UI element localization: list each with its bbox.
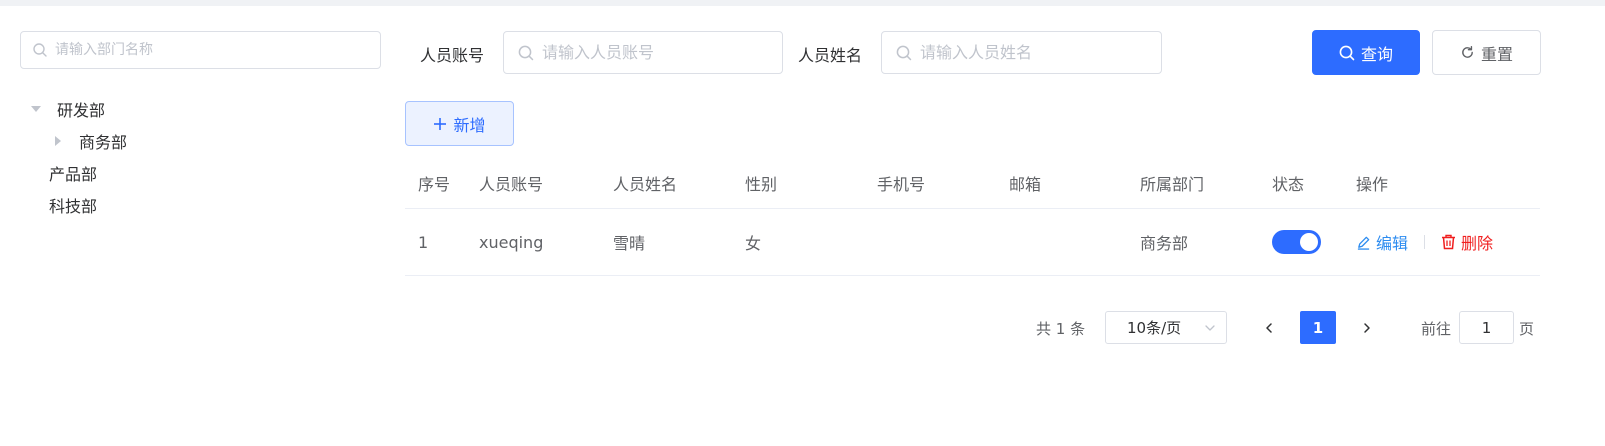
- goto-suffix: 页: [1519, 320, 1535, 338]
- trash-icon: [1441, 234, 1456, 250]
- tree-node-product[interactable]: 产品部: [20, 157, 381, 189]
- chevron-left-icon: [1263, 322, 1275, 334]
- search-button-label: 查询: [1360, 44, 1393, 64]
- chevron-right-icon: [1361, 322, 1373, 334]
- goto-field[interactable]: [1459, 311, 1514, 344]
- search-icon: [1339, 45, 1355, 61]
- tree-node-tech[interactable]: 科技部: [20, 189, 381, 221]
- delete-link[interactable]: 删除: [1441, 230, 1493, 254]
- header-index: 序号: [418, 175, 451, 194]
- department-tree: 研发部 商务部 产品部 科技部: [20, 93, 381, 221]
- action-divider: [1424, 235, 1426, 249]
- account-label: 人员账号: [420, 46, 485, 65]
- tree-node-label: 产品部: [49, 165, 98, 184]
- cell-account: xueqing: [479, 232, 544, 252]
- header-account: 人员账号: [479, 175, 544, 194]
- cell-actions: 编辑 删除: [1356, 230, 1540, 254]
- cell-name: 雪晴: [613, 234, 646, 253]
- refresh-icon: [1460, 45, 1475, 60]
- name-label: 人员姓名: [798, 46, 863, 65]
- page-number-current[interactable]: 1: [1300, 311, 1336, 344]
- top-strip: [0, 0, 1605, 6]
- toggle-knob: [1300, 233, 1318, 251]
- header-email: 邮箱: [1009, 175, 1042, 194]
- cell-index: 1: [418, 232, 429, 252]
- prev-page-button[interactable]: [1251, 311, 1287, 344]
- edit-icon: [1356, 235, 1371, 250]
- page-size-value: 10条/页: [1127, 319, 1182, 337]
- tree-node-label: 商务部: [79, 133, 128, 152]
- reset-button[interactable]: 重置: [1432, 30, 1541, 75]
- account-input[interactable]: [542, 32, 782, 73]
- name-input[interactable]: [920, 32, 1161, 73]
- header-phone: 手机号: [877, 175, 926, 194]
- header-gender: 性别: [745, 175, 778, 194]
- status-toggle[interactable]: [1272, 230, 1321, 254]
- next-page-button[interactable]: [1349, 311, 1385, 344]
- table-header: 序号 人员账号 人员姓名 性别 手机号 邮箱 所属部门 状态 操作: [405, 158, 1540, 209]
- tree-node-label: 科技部: [49, 197, 98, 216]
- plus-icon: [433, 117, 447, 131]
- header-status: 状态: [1272, 175, 1305, 194]
- users-table: 序号 人员账号 人员姓名 性别 手机号 邮箱 所属部门 状态 操作 1 xueq…: [405, 158, 1540, 276]
- name-field[interactable]: [881, 31, 1162, 74]
- chevron-down-icon: [1204, 322, 1216, 334]
- cell-gender: 女: [745, 234, 762, 253]
- search-icon: [518, 45, 534, 61]
- tree-node-label: 研发部: [57, 101, 106, 120]
- edit-label: 编辑: [1376, 234, 1409, 253]
- tree-node-rd[interactable]: 研发部: [20, 93, 381, 125]
- header-department: 所属部门: [1140, 175, 1205, 194]
- search-icon: [896, 45, 912, 61]
- cell-status: [1259, 230, 1356, 254]
- header-name: 人员姓名: [613, 175, 678, 194]
- header-actions: 操作: [1356, 175, 1389, 194]
- add-button-label: 新增: [453, 115, 486, 135]
- search-icon: [33, 43, 47, 57]
- goto-label: 前往: [1421, 320, 1452, 338]
- reset-button-label: 重置: [1480, 44, 1513, 64]
- page-size-select[interactable]: 10条/页: [1105, 311, 1227, 344]
- tree-node-business[interactable]: 商务部: [20, 125, 381, 157]
- add-button[interactable]: 新增: [405, 101, 514, 146]
- table-row: 1 xueqing 雪晴 女 商务部 编辑 删除: [405, 209, 1540, 276]
- account-field[interactable]: [503, 31, 783, 74]
- department-search-input[interactable]: [55, 32, 380, 68]
- edit-link[interactable]: 编辑: [1356, 230, 1408, 254]
- pagination-total: 共 1 条: [1036, 320, 1086, 338]
- caret-right-icon[interactable]: [51, 125, 65, 157]
- caret-down-icon[interactable]: [29, 93, 43, 125]
- cell-department: 商务部: [1140, 234, 1189, 253]
- search-button[interactable]: 查询: [1312, 30, 1420, 75]
- department-search-field[interactable]: [20, 31, 381, 69]
- goto-input[interactable]: [1460, 312, 1513, 343]
- delete-label: 删除: [1461, 234, 1494, 253]
